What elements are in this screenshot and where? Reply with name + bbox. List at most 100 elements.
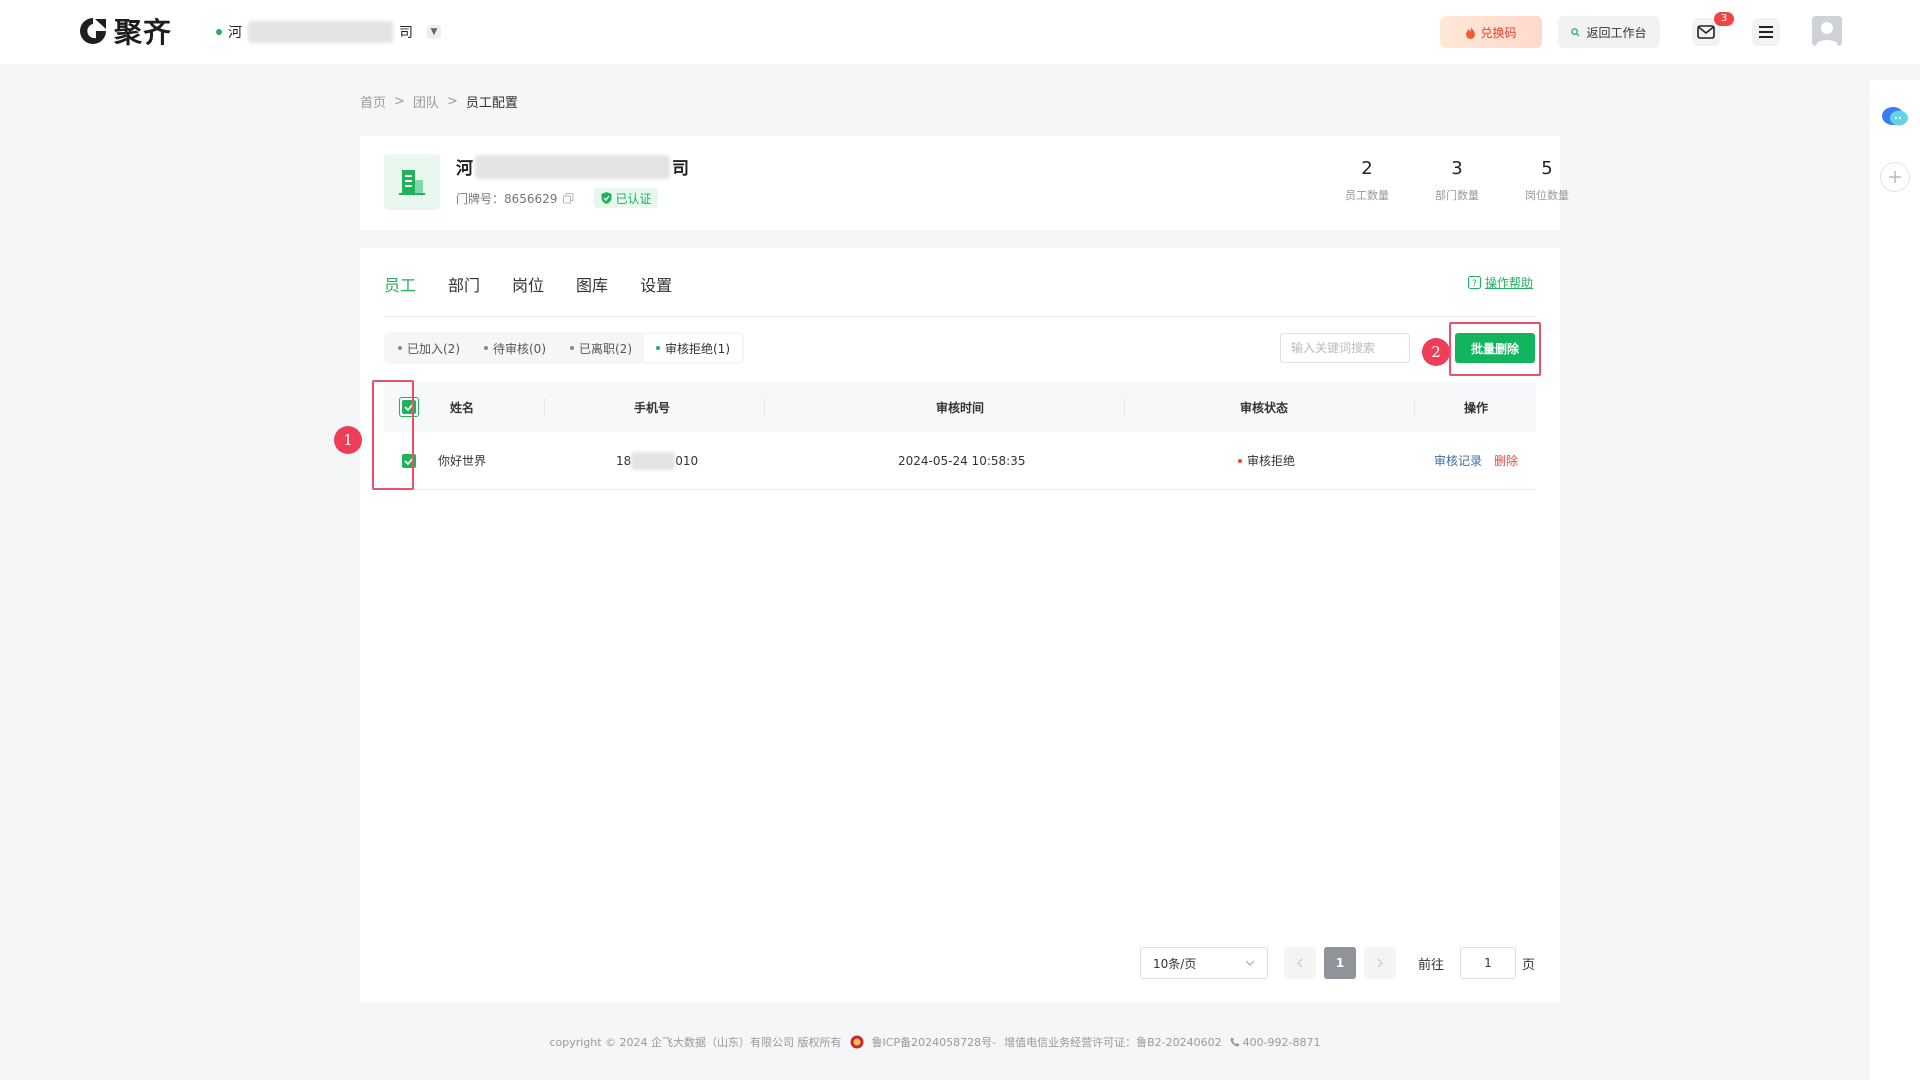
header-name: 姓名	[450, 400, 475, 415]
tab-bar: 员工 部门 岗位 图库 设置	[384, 272, 672, 310]
column-separator	[544, 398, 545, 416]
company-name-prefix: 河	[456, 159, 473, 179]
page-button-1[interactable]: 1	[1324, 947, 1356, 979]
filter-resigned[interactable]: 已离职(2)	[558, 334, 644, 362]
tab-positions[interactable]: 岗位	[512, 272, 544, 310]
shield-check-icon	[601, 192, 612, 204]
help-icon: ?	[1468, 276, 1481, 289]
company-meta: 门牌号：8656629 已认证	[456, 188, 659, 208]
filter-dot	[398, 346, 402, 350]
callout-1: 1	[334, 426, 362, 454]
page-unit-label: 页	[1522, 957, 1536, 973]
stat-label: 岗位数量	[1525, 189, 1569, 202]
tab-departments[interactable]: 部门	[448, 272, 480, 310]
header-actions: 操作	[1464, 400, 1489, 415]
back-to-workspace-label: 返回工作台	[1586, 25, 1647, 40]
table-header: 姓名 手机号 审核时间 审核状态 操作	[384, 382, 1536, 432]
status-label: 审核拒绝	[1247, 454, 1296, 468]
tab-gallery[interactable]: 图库	[576, 272, 608, 310]
footer-license: 增值电信业务经营许可证：鲁B2-20240602	[1004, 1036, 1222, 1049]
building-icon	[399, 170, 425, 195]
stat-employees[interactable]: 2 员工数量	[1332, 158, 1402, 203]
tab-employees[interactable]: 员工	[384, 272, 416, 310]
filter-label: 待审核(0)	[493, 341, 546, 356]
right-float-bar	[1870, 80, 1920, 1080]
company-card: 河 司 门牌号：8656629 已认证 2 员工数量 3 部门数量 5 岗位数量	[360, 136, 1569, 230]
goto-page-input[interactable]	[1460, 947, 1516, 979]
filter-joined[interactable]: 已加入(2)	[386, 334, 472, 362]
org-switcher[interactable]: 河 司 ▼	[216, 20, 441, 44]
highlight-checkbox-column	[372, 380, 414, 490]
verified-badge: 已认证	[594, 188, 659, 208]
company-logo	[384, 154, 440, 210]
column-separator	[764, 398, 765, 416]
phone-suffix: 010	[675, 453, 699, 468]
footer-phone-group: 400-992-8871	[1230, 1036, 1321, 1049]
stat-label: 部门数量	[1435, 189, 1479, 202]
top-header: 聚齐 河 司 ▼ 兑换码 返回工作台 3	[0, 0, 1920, 64]
logo-icon	[80, 18, 106, 44]
page-size-select[interactable]: 10条/页	[1140, 947, 1268, 979]
redeem-code-button[interactable]: 兑换码	[1440, 16, 1542, 48]
door-number: 门牌号：8656629	[456, 191, 558, 206]
help-label: 操作帮助	[1485, 276, 1534, 290]
filter-rejected[interactable]: 审核拒绝(1)	[644, 334, 742, 362]
avatar[interactable]	[1812, 16, 1842, 46]
review-record-link[interactable]: 审核记录	[1434, 452, 1482, 469]
footer-phone: 400-992-8871	[1242, 1035, 1321, 1049]
chat-assistant-button[interactable]	[1880, 102, 1910, 132]
header-review-status: 审核状态	[1240, 400, 1289, 415]
stat-number: 2	[1361, 158, 1373, 179]
filter-dot	[656, 346, 660, 350]
row-review-time: 2024-05-24 10:58:35	[898, 453, 1026, 468]
stat-number: 3	[1451, 158, 1463, 179]
tab-settings[interactable]: 设置	[640, 272, 672, 310]
breadcrumb-separator: >	[394, 93, 405, 109]
stat-departments[interactable]: 3 部门数量	[1422, 158, 1492, 203]
org-name-suffix: 司	[399, 25, 413, 41]
logo-text: 聚齐	[114, 16, 173, 49]
footer-icp[interactable]: 鲁ICP备2024058728号-	[872, 1034, 997, 1050]
prev-page-button[interactable]	[1284, 947, 1316, 979]
add-button[interactable]	[1880, 162, 1910, 192]
phone-icon	[1230, 1037, 1240, 1047]
column-separator	[1124, 398, 1125, 416]
verified-label: 已认证	[615, 191, 652, 206]
highlight-bulk-delete	[1449, 322, 1541, 376]
filter-pending[interactable]: 待审核(0)	[472, 334, 558, 362]
page-size-value: 10条/页	[1153, 956, 1197, 971]
table-row: 你好世界 18 010 2024-05-24 10:58:35 审核拒绝 审核记…	[384, 432, 1536, 490]
online-dot	[216, 29, 222, 35]
breadcrumb-team[interactable]: 团队	[413, 92, 439, 111]
police-badge-icon	[850, 1035, 864, 1049]
chevron-down-icon	[1245, 960, 1255, 966]
chevron-left-icon	[1297, 958, 1303, 968]
next-page-button[interactable]	[1364, 947, 1396, 979]
goto-label: 前往	[1418, 957, 1445, 973]
filter-dot	[484, 346, 488, 350]
footer-copyright: copyright © 2024 企飞大数据（山东）有限公司 版权所有	[549, 1036, 842, 1049]
search-input[interactable]	[1280, 333, 1410, 363]
user-avatar-icon	[1812, 16, 1842, 46]
filter-label: 已加入(2)	[407, 341, 460, 356]
column-separator	[1414, 398, 1415, 416]
row-phone: 18 010	[616, 432, 698, 489]
chevron-right-icon	[1377, 958, 1383, 968]
mail-badge: 3	[1714, 12, 1734, 26]
footer: copyright © 2024 企飞大数据（山东）有限公司 版权所有 鲁ICP…	[0, 1034, 1870, 1050]
breadcrumb-current: 员工配置	[465, 95, 518, 111]
help-link[interactable]: ? 操作帮助	[1468, 274, 1533, 291]
stat-positions[interactable]: 5 岗位数量	[1512, 158, 1582, 203]
back-to-workspace-button[interactable]: 返回工作台	[1558, 16, 1660, 48]
menu-button[interactable]	[1752, 18, 1780, 46]
phone-redacted	[631, 451, 676, 470]
delete-link[interactable]: 删除	[1494, 452, 1518, 469]
menu-icon	[1759, 26, 1773, 38]
breadcrumb-home[interactable]: 首页	[360, 92, 386, 111]
copy-icon[interactable]	[563, 192, 574, 204]
breadcrumb: 首页 > 团队 > 员工配置	[360, 92, 518, 111]
logo[interactable]: 聚齐	[78, 13, 172, 49]
chevron-down-icon[interactable]: ▼	[427, 25, 441, 39]
chat-bubble-icon	[1882, 107, 1908, 126]
plus-icon	[1889, 171, 1901, 183]
